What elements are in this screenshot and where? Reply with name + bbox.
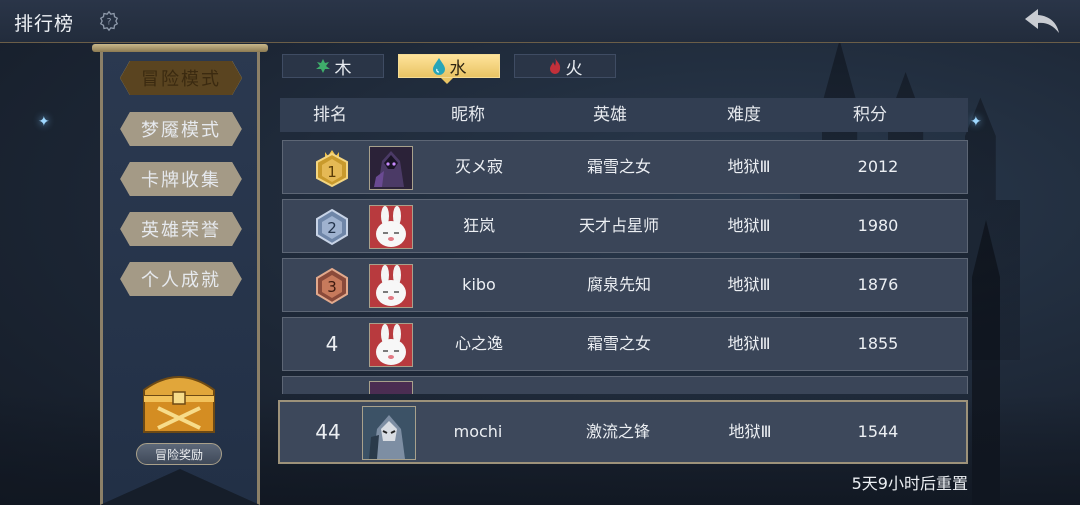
my-rank-number: 44 [315, 420, 341, 444]
score: 1855 [857, 334, 899, 353]
hero-avatar [369, 205, 413, 249]
medal-rank-text: 3 [327, 278, 337, 296]
sidebar-item-adventure-mode[interactable]: 冒险模式 [120, 61, 242, 95]
treasure-chest-icon[interactable] [138, 362, 220, 436]
score: 2012 [857, 157, 899, 176]
header-rank: 排名 [313, 105, 347, 125]
player-name: 灭メ寂 [454, 157, 504, 176]
score: 1980 [857, 216, 899, 235]
leaf-icon [315, 59, 330, 73]
tab-label: 火 [565, 58, 583, 79]
hero-name: 天才占星师 [578, 216, 660, 235]
hero-name: 腐泉先知 [586, 275, 652, 294]
hero-avatar [369, 381, 413, 394]
sidebar-item-label: 个人成就 [141, 270, 221, 291]
water-drop-icon [432, 58, 445, 75]
difficulty: 地狱Ⅲ [727, 275, 771, 294]
table-row[interactable]: 2 狂岚 天才占星师 地狱Ⅲ 1980 [282, 199, 968, 253]
header-hero: 英雄 [593, 105, 627, 125]
difficulty: 地狱Ⅲ [727, 216, 771, 235]
hero-name: 霜雪之女 [586, 334, 652, 353]
tab-pointer [441, 78, 453, 84]
sidebar-item-card-collection[interactable]: 卡牌收集 [120, 162, 242, 196]
header-difficulty: 难度 [727, 105, 761, 125]
tab-fire[interactable]: 火 [514, 54, 616, 79]
white-rabbit-avatar [370, 265, 412, 307]
reset-countdown: 5天9小时后重置 [851, 474, 968, 493]
medal-rank-text: 1 [327, 163, 337, 181]
table-row[interactable]: 3 kibo 腐泉先知 地狱Ⅲ 1876 [282, 258, 968, 312]
my-score: 1544 [857, 422, 899, 441]
difficulty: 地狱Ⅲ [727, 334, 771, 353]
header-score: 积分 [853, 105, 887, 125]
question-gear-icon[interactable]: ? [98, 10, 120, 32]
hero-name: 霜雪之女 [586, 157, 652, 176]
table-row[interactable]: 1 灭メ寂 霜雪之女 地狱Ⅲ 2012 [282, 140, 968, 194]
medal-rank-text: 2 [327, 219, 337, 237]
white-rabbit-avatar [370, 324, 412, 366]
flame-icon [549, 58, 560, 74]
masked-warrior-avatar [363, 407, 415, 459]
header-name: 昵称 [451, 105, 485, 125]
my-player-name: mochi [453, 422, 503, 441]
tab-label: 木 [334, 58, 352, 79]
sparkle-icon: ✦ [38, 114, 50, 130]
sidebar-item-hero-honor[interactable]: 英雄荣誉 [120, 212, 242, 246]
silver-medal-icon: 2 [316, 208, 348, 246]
player-name: 狂岚 [462, 216, 496, 235]
tab-label: 水 [449, 58, 467, 79]
sidebar-item-label: 卡牌收集 [141, 170, 221, 191]
tab-wood[interactable]: 木 [282, 54, 384, 79]
reward-label[interactable]: 冒险奖励 [136, 443, 222, 465]
dark-knight-avatar [370, 147, 412, 189]
my-difficulty: 地狱Ⅲ [728, 422, 772, 441]
page-title: 排行榜 [14, 13, 75, 35]
player-name: kibo [462, 275, 496, 294]
leaderboard-screen: ✦ ✦ ✦ 排行榜 ? 冒险模式 梦魇模式 卡牌收集 英雄荣誉 个人成就 冒险 [0, 0, 1080, 505]
tab-water[interactable]: 水 [398, 54, 500, 79]
svg-text:?: ? [107, 17, 112, 28]
hero-avatar [369, 146, 413, 190]
rank-number: 4 [325, 332, 339, 356]
hero-avatar [369, 323, 413, 367]
my-hero-name: 激流之锋 [585, 422, 651, 441]
top-bar: 排行榜 ? [0, 0, 1080, 43]
table-row[interactable]: 4 心之逸 霜雪之女 地狱Ⅲ 1855 [282, 317, 968, 371]
white-rabbit-avatar [370, 206, 412, 248]
sidebar-item-label: 梦魇模式 [141, 120, 221, 141]
gold-medal-icon: 1 [316, 150, 348, 188]
table-row-partial [282, 376, 968, 394]
back-arrow-icon[interactable] [1022, 6, 1062, 36]
sidebar-item-label: 冒险模式 [141, 69, 221, 90]
bronze-medal-icon: 3 [316, 267, 348, 305]
sidebar-item-personal-achievement[interactable]: 个人成就 [120, 262, 242, 296]
player-name: 心之逸 [454, 334, 504, 353]
banner-rod [92, 44, 268, 52]
hero-avatar [369, 264, 413, 308]
table-header: 排名 昵称 英雄 难度 积分 [280, 98, 968, 132]
score: 1876 [857, 275, 899, 294]
my-hero-avatar [362, 406, 416, 460]
my-rank-row[interactable]: 44 mochi 激流之锋 地狱Ⅲ 1544 [278, 400, 968, 464]
sidebar-item-nightmare-mode[interactable]: 梦魇模式 [120, 112, 242, 146]
sidebar-item-label: 英雄荣誉 [141, 220, 221, 241]
sparkle-icon: ✦ [970, 114, 982, 130]
difficulty: 地狱Ⅲ [727, 157, 771, 176]
